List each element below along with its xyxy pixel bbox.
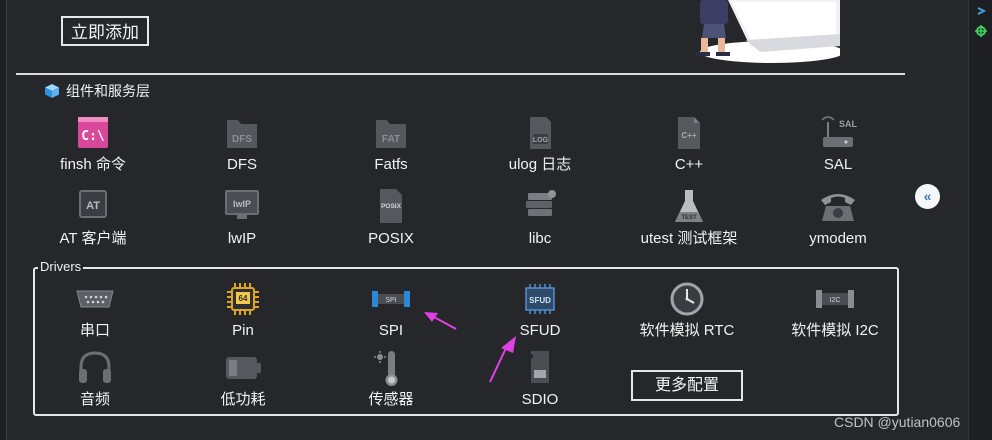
i2c-bus-icon: I2C bbox=[816, 290, 854, 308]
driver-label: 软件模拟 I2C bbox=[791, 322, 879, 339]
drivers-legend: Drivers bbox=[38, 259, 84, 275]
svg-text:SFUD: SFUD bbox=[529, 296, 551, 305]
clock-icon bbox=[670, 282, 704, 316]
svg-text:lwIP: lwIP bbox=[233, 199, 251, 209]
svg-text:I2C: I2C bbox=[830, 297, 841, 304]
driver-sensor[interactable]: 传感器 bbox=[326, 349, 456, 410]
component-finsh[interactable]: C:\ finsh 命令 bbox=[28, 114, 158, 175]
svg-text:C++: C++ bbox=[681, 131, 696, 140]
terminal-icon: C:\ bbox=[78, 117, 108, 148]
component-label: libc bbox=[528, 230, 552, 247]
component-label: lwIP bbox=[227, 230, 257, 247]
components-section-label: 组件和服务层 bbox=[66, 83, 150, 99]
cube-icon bbox=[45, 84, 59, 98]
hero-illustration bbox=[696, 0, 840, 63]
thermometer-icon bbox=[374, 351, 398, 386]
components-section-title: 组件和服务层 bbox=[44, 81, 150, 101]
watermark-text: CSDN @yutian0606 bbox=[834, 414, 961, 430]
driver-label: 传感器 bbox=[368, 391, 414, 408]
component-label: DFS bbox=[227, 156, 257, 173]
driver-label: 低功耗 bbox=[220, 391, 266, 408]
dfs-folder-icon: DFS bbox=[227, 120, 257, 148]
svg-text:64: 64 bbox=[239, 294, 248, 303]
component-label: AT 客户端 bbox=[59, 230, 127, 247]
driver-label: SDIO bbox=[521, 391, 559, 408]
component-label: C++ bbox=[674, 156, 704, 173]
component-label: ymodem bbox=[809, 230, 867, 247]
svg-text:SAL: SAL bbox=[839, 119, 858, 129]
driver-pin[interactable]: 64 Pin bbox=[178, 280, 308, 341]
svg-text:AT: AT bbox=[86, 200, 100, 212]
svg-text:TEST: TEST bbox=[681, 215, 697, 221]
component-ulog[interactable]: LOG ulog 日志 bbox=[475, 114, 605, 175]
svg-text:POSIX: POSIX bbox=[381, 203, 402, 210]
component-label: Fatfs bbox=[374, 156, 408, 173]
svg-text:DFS: DFS bbox=[232, 134, 252, 145]
test-flask-icon: TEST bbox=[675, 190, 703, 222]
monitor-icon: lwIP bbox=[225, 190, 259, 219]
svg-text:SPI: SPI bbox=[385, 297, 396, 304]
annotation-arrow-spi bbox=[424, 312, 457, 330]
driver-serial[interactable]: 串口 bbox=[30, 280, 160, 341]
driver-audio[interactable]: 音频 bbox=[30, 349, 160, 410]
driver-low-power[interactable]: 低功耗 bbox=[178, 349, 308, 410]
cpu-chip-icon: 64 bbox=[227, 283, 259, 315]
component-fatfs[interactable]: FAT Fatfs bbox=[326, 114, 456, 175]
component-posix[interactable]: POSIX POSIX bbox=[326, 188, 456, 249]
spi-bus-icon: SPI bbox=[372, 291, 410, 307]
driver-label: 音频 bbox=[79, 391, 110, 408]
annotation-arrow-sfud bbox=[489, 336, 516, 383]
component-label: SAL bbox=[823, 156, 853, 173]
battery-icon bbox=[226, 357, 261, 379]
driver-soft-i2c[interactable]: I2C 软件模拟 I2C bbox=[770, 280, 900, 341]
posix-file-icon: POSIX bbox=[380, 189, 402, 223]
left-edge-strip bbox=[0, 0, 7, 440]
component-label: utest 测试框架 bbox=[640, 230, 738, 247]
component-label: POSIX bbox=[368, 230, 414, 247]
at-chip-icon: AT bbox=[79, 190, 107, 218]
svg-text:C:\: C:\ bbox=[81, 129, 105, 144]
more-config-button[interactable]: 更多配置 bbox=[631, 370, 743, 401]
rail-target-icon[interactable] bbox=[975, 25, 987, 37]
component-at-client[interactable]: AT AT 客户端 bbox=[28, 188, 158, 249]
driver-label: Pin bbox=[232, 322, 254, 339]
sd-card-icon bbox=[531, 351, 549, 383]
cpp-file-icon: C++ bbox=[678, 117, 700, 149]
serial-port-icon bbox=[76, 290, 114, 308]
component-label: finsh 命令 bbox=[60, 156, 126, 173]
component-lwip[interactable]: lwIP lwIP bbox=[177, 188, 307, 249]
section-divider bbox=[16, 73, 905, 75]
headphones-icon bbox=[79, 351, 111, 383]
component-label: ulog 日志 bbox=[508, 156, 572, 173]
driver-sfud[interactable]: SFUD SFUD bbox=[475, 280, 605, 341]
books-icon bbox=[526, 190, 556, 216]
log-file-icon: LOG bbox=[530, 117, 551, 149]
driver-soft-rtc[interactable]: 软件模拟 RTC bbox=[622, 280, 752, 341]
driver-label: 软件模拟 RTC bbox=[639, 322, 735, 339]
router-icon: SAL bbox=[821, 116, 858, 147]
component-sal[interactable]: SAL SAL bbox=[773, 114, 903, 175]
component-utest[interactable]: TEST utest 测试框架 bbox=[624, 188, 754, 249]
svg-text:FAT: FAT bbox=[382, 134, 400, 145]
add-now-button[interactable]: 立即添加 bbox=[61, 16, 149, 46]
collapse-sidebar-button[interactable]: « bbox=[915, 184, 940, 209]
fat-folder-icon: FAT bbox=[376, 120, 406, 148]
svg-text:LOG: LOG bbox=[533, 137, 549, 144]
component-cpp[interactable]: C++ C++ bbox=[624, 114, 754, 175]
component-ymodem[interactable]: ymodem bbox=[773, 188, 903, 249]
rail-chevron-icon[interactable] bbox=[975, 5, 987, 17]
component-dfs[interactable]: DFS DFS bbox=[177, 114, 307, 175]
sfud-chip-icon: SFUD bbox=[525, 284, 555, 314]
right-side-rail bbox=[968, 0, 992, 440]
telephone-icon bbox=[821, 194, 855, 221]
component-libc[interactable]: libc bbox=[475, 188, 605, 249]
driver-label: 串口 bbox=[79, 322, 110, 339]
